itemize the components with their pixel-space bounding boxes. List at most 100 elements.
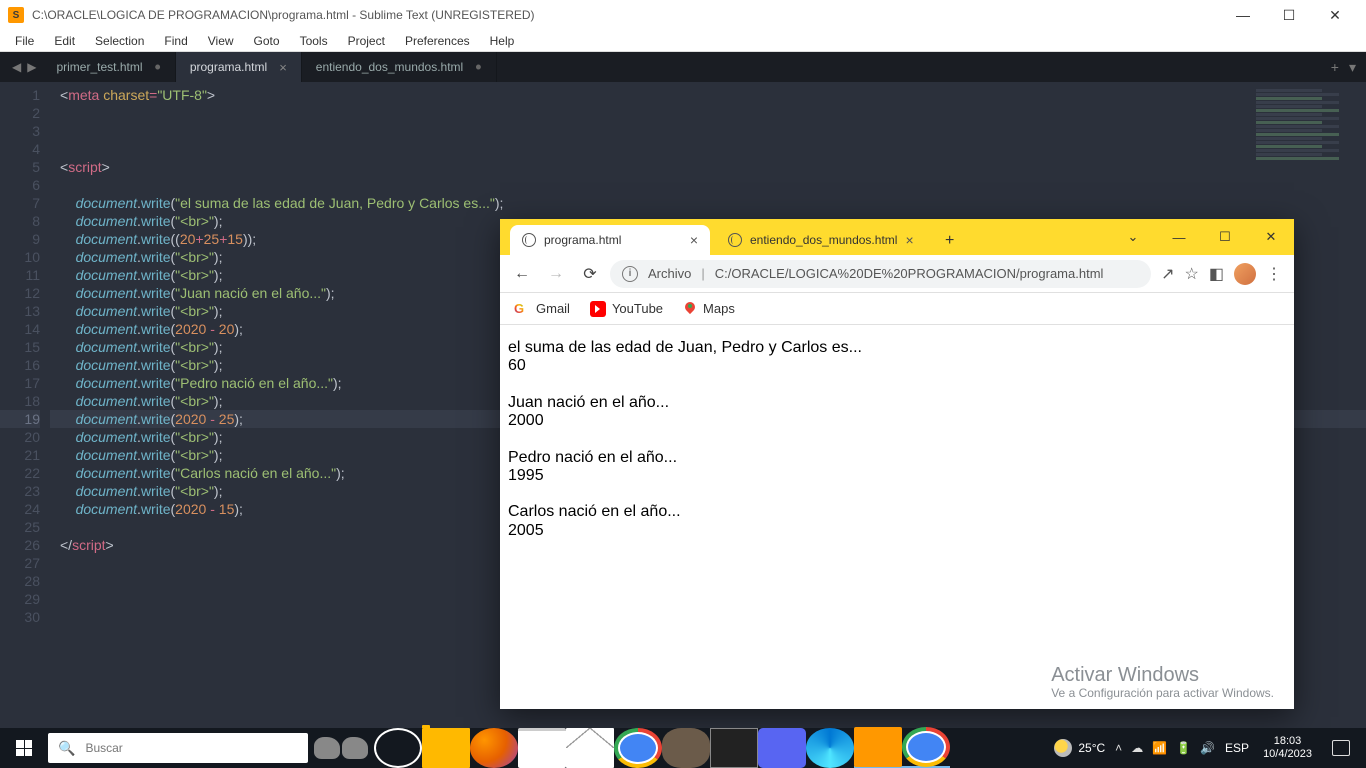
tray-language[interactable]: ESP (1225, 741, 1249, 755)
watermark-title: Activar Windows (1051, 664, 1274, 687)
tray-wifi-icon[interactable]: 📶 (1152, 741, 1167, 755)
menu-project[interactable]: Project (339, 32, 394, 50)
taskbar-gimp[interactable] (662, 728, 710, 768)
store-icon (518, 728, 566, 768)
sublime-titlebar: S C:\ORACLE\LOGICA DE PROGRAMACION\progr… (0, 0, 1366, 30)
chrome-window: programa.html × entiendo_dos_mundos.html… (500, 219, 1294, 709)
tab-history-back-icon[interactable]: ◀ (12, 60, 21, 74)
page-content: el suma de las edad de Juan, Pedro y Car… (500, 325, 1294, 709)
address-bar[interactable]: i Archivo | C:/ORACLE/LOGICA%20DE%20PROG… (610, 260, 1151, 288)
menu-preferences[interactable]: Preferences (396, 32, 479, 50)
output-value: 2005 (508, 522, 544, 539)
reload-button[interactable]: ⟳ (576, 260, 604, 288)
bookmark-star-icon[interactable]: ☆ (1185, 264, 1199, 284)
menu-view[interactable]: View (199, 32, 243, 50)
tab-label: primer_test.html (56, 60, 142, 74)
bookmark-label: YouTube (612, 301, 663, 316)
chrome-new-tab-button[interactable]: + (936, 227, 964, 255)
chrome-tab-programa[interactable]: programa.html × (510, 225, 710, 255)
tab-history-forward-icon[interactable]: ▶ (27, 60, 36, 74)
menu-help[interactable]: Help (481, 32, 524, 50)
taskbar-explorer[interactable] (422, 728, 470, 768)
back-button[interactable]: ← (508, 260, 536, 288)
weather-temp: 25°C (1078, 741, 1105, 755)
chrome-tab-label: entiendo_dos_mundos.html (750, 233, 897, 247)
tray-chevron-icon[interactable]: ˄ (1115, 741, 1122, 755)
menu-find[interactable]: Find (155, 32, 196, 50)
gimp-icon (662, 728, 710, 768)
bookmark-youtube[interactable]: YouTube (590, 301, 663, 317)
tab-programa[interactable]: programa.html × (176, 52, 302, 82)
task-view-button[interactable] (374, 728, 422, 768)
site-info-icon[interactable]: i (622, 266, 638, 282)
tray-volume-icon[interactable]: 🔊 (1200, 741, 1215, 755)
menu-tools[interactable]: Tools (291, 32, 337, 50)
youtube-icon (590, 301, 606, 317)
taskbar-chrome-1[interactable] (614, 728, 662, 768)
tab-dropdown-icon[interactable]: ▾ (1349, 59, 1356, 76)
tray-time: 18:03 (1263, 735, 1312, 748)
chrome-menu-icon[interactable]: ⋮ (1266, 264, 1282, 284)
chrome-tab-close-icon[interactable]: × (905, 232, 913, 248)
output-line: Carlos nació en el año... (508, 503, 681, 520)
menu-edit[interactable]: Edit (45, 32, 84, 50)
chrome-close-button[interactable]: ✕ (1248, 219, 1294, 255)
windows-logo-icon (16, 740, 32, 756)
menu-file[interactable]: File (6, 32, 43, 50)
mail-icon (566, 728, 614, 768)
tab-close-icon[interactable]: × (279, 60, 287, 75)
taskbar-calculator[interactable] (710, 728, 758, 768)
taskbar-search[interactable]: 🔍 Buscar (48, 733, 308, 763)
minimize-button[interactable]: — (1220, 0, 1266, 30)
watermark-sub: Ve a Configuración para activar Windows. (1051, 687, 1274, 701)
calculator-icon (710, 728, 758, 768)
taskbar-discord[interactable] (758, 728, 806, 768)
taskbar-firefox[interactable] (470, 728, 518, 768)
taskbar-chrome-2[interactable] (902, 728, 950, 768)
omnibox-separator: | (701, 266, 704, 281)
side-panel-icon[interactable]: ◧ (1209, 264, 1224, 284)
taskbar-store[interactable] (518, 728, 566, 768)
taskbar-widget[interactable] (314, 733, 374, 763)
menu-selection[interactable]: Selection (86, 32, 153, 50)
taskbar-edge[interactable] (806, 728, 854, 768)
chrome-maximize-button[interactable]: ☐ (1202, 219, 1248, 255)
taskbar-apps (374, 728, 950, 768)
chrome-minimize-button[interactable]: — (1156, 219, 1202, 255)
profile-avatar[interactable] (1234, 263, 1256, 285)
edge-icon (806, 728, 854, 768)
windows-taskbar: 🔍 Buscar 25°C ˄ ☁ 📶 🔋 🔊 ESP 18:03 (0, 728, 1366, 768)
menu-goto[interactable]: Goto (245, 32, 289, 50)
tray-battery-icon[interactable]: 🔋 (1176, 741, 1191, 755)
start-button[interactable] (0, 728, 48, 768)
omnibox-path: C:/ORACLE/LOGICA%20DE%20PROGRAMACION/pro… (715, 266, 1104, 281)
gmail-icon (514, 301, 530, 317)
taskbar-sublime[interactable] (854, 728, 902, 768)
taskbar-mail[interactable] (566, 728, 614, 768)
chrome-dropdown-icon[interactable]: ⌄ (1110, 219, 1156, 255)
close-button[interactable]: ✕ (1312, 0, 1358, 30)
forward-button[interactable]: → (542, 260, 570, 288)
output-value: 2000 (508, 412, 544, 429)
chrome-tab-entiendo[interactable]: entiendo_dos_mundos.html × (716, 225, 926, 255)
minimap[interactable] (1250, 88, 1360, 208)
folder-icon (422, 728, 470, 768)
tab-label: programa.html (190, 60, 267, 74)
share-icon[interactable]: ↗ (1161, 264, 1174, 284)
tray-onedrive-icon[interactable]: ☁ (1131, 741, 1143, 755)
tab-primer-test[interactable]: primer_test.html • (42, 52, 175, 82)
tab-entiendo[interactable]: entiendo_dos_mundos.html • (302, 52, 497, 82)
tray-date: 10/4/2023 (1263, 748, 1312, 761)
notifications-icon[interactable] (1332, 740, 1350, 756)
sublime-menubar: File Edit Selection Find View Goto Tools… (0, 30, 1366, 52)
tray-clock[interactable]: 18:03 10/4/2023 (1259, 735, 1316, 761)
bookmark-gmail[interactable]: Gmail (514, 301, 570, 317)
new-tab-icon[interactable]: + (1331, 59, 1339, 75)
weather-widget[interactable]: 25°C (1054, 739, 1105, 757)
sublime-logo-icon: S (8, 7, 24, 23)
windows-activation-watermark: Activar Windows Ve a Configuración para … (1051, 664, 1274, 701)
task-view-icon (374, 728, 422, 768)
maximize-button[interactable]: ☐ (1266, 0, 1312, 30)
bookmark-maps[interactable]: Maps (683, 301, 735, 316)
chrome-tab-close-icon[interactable]: × (690, 232, 698, 248)
